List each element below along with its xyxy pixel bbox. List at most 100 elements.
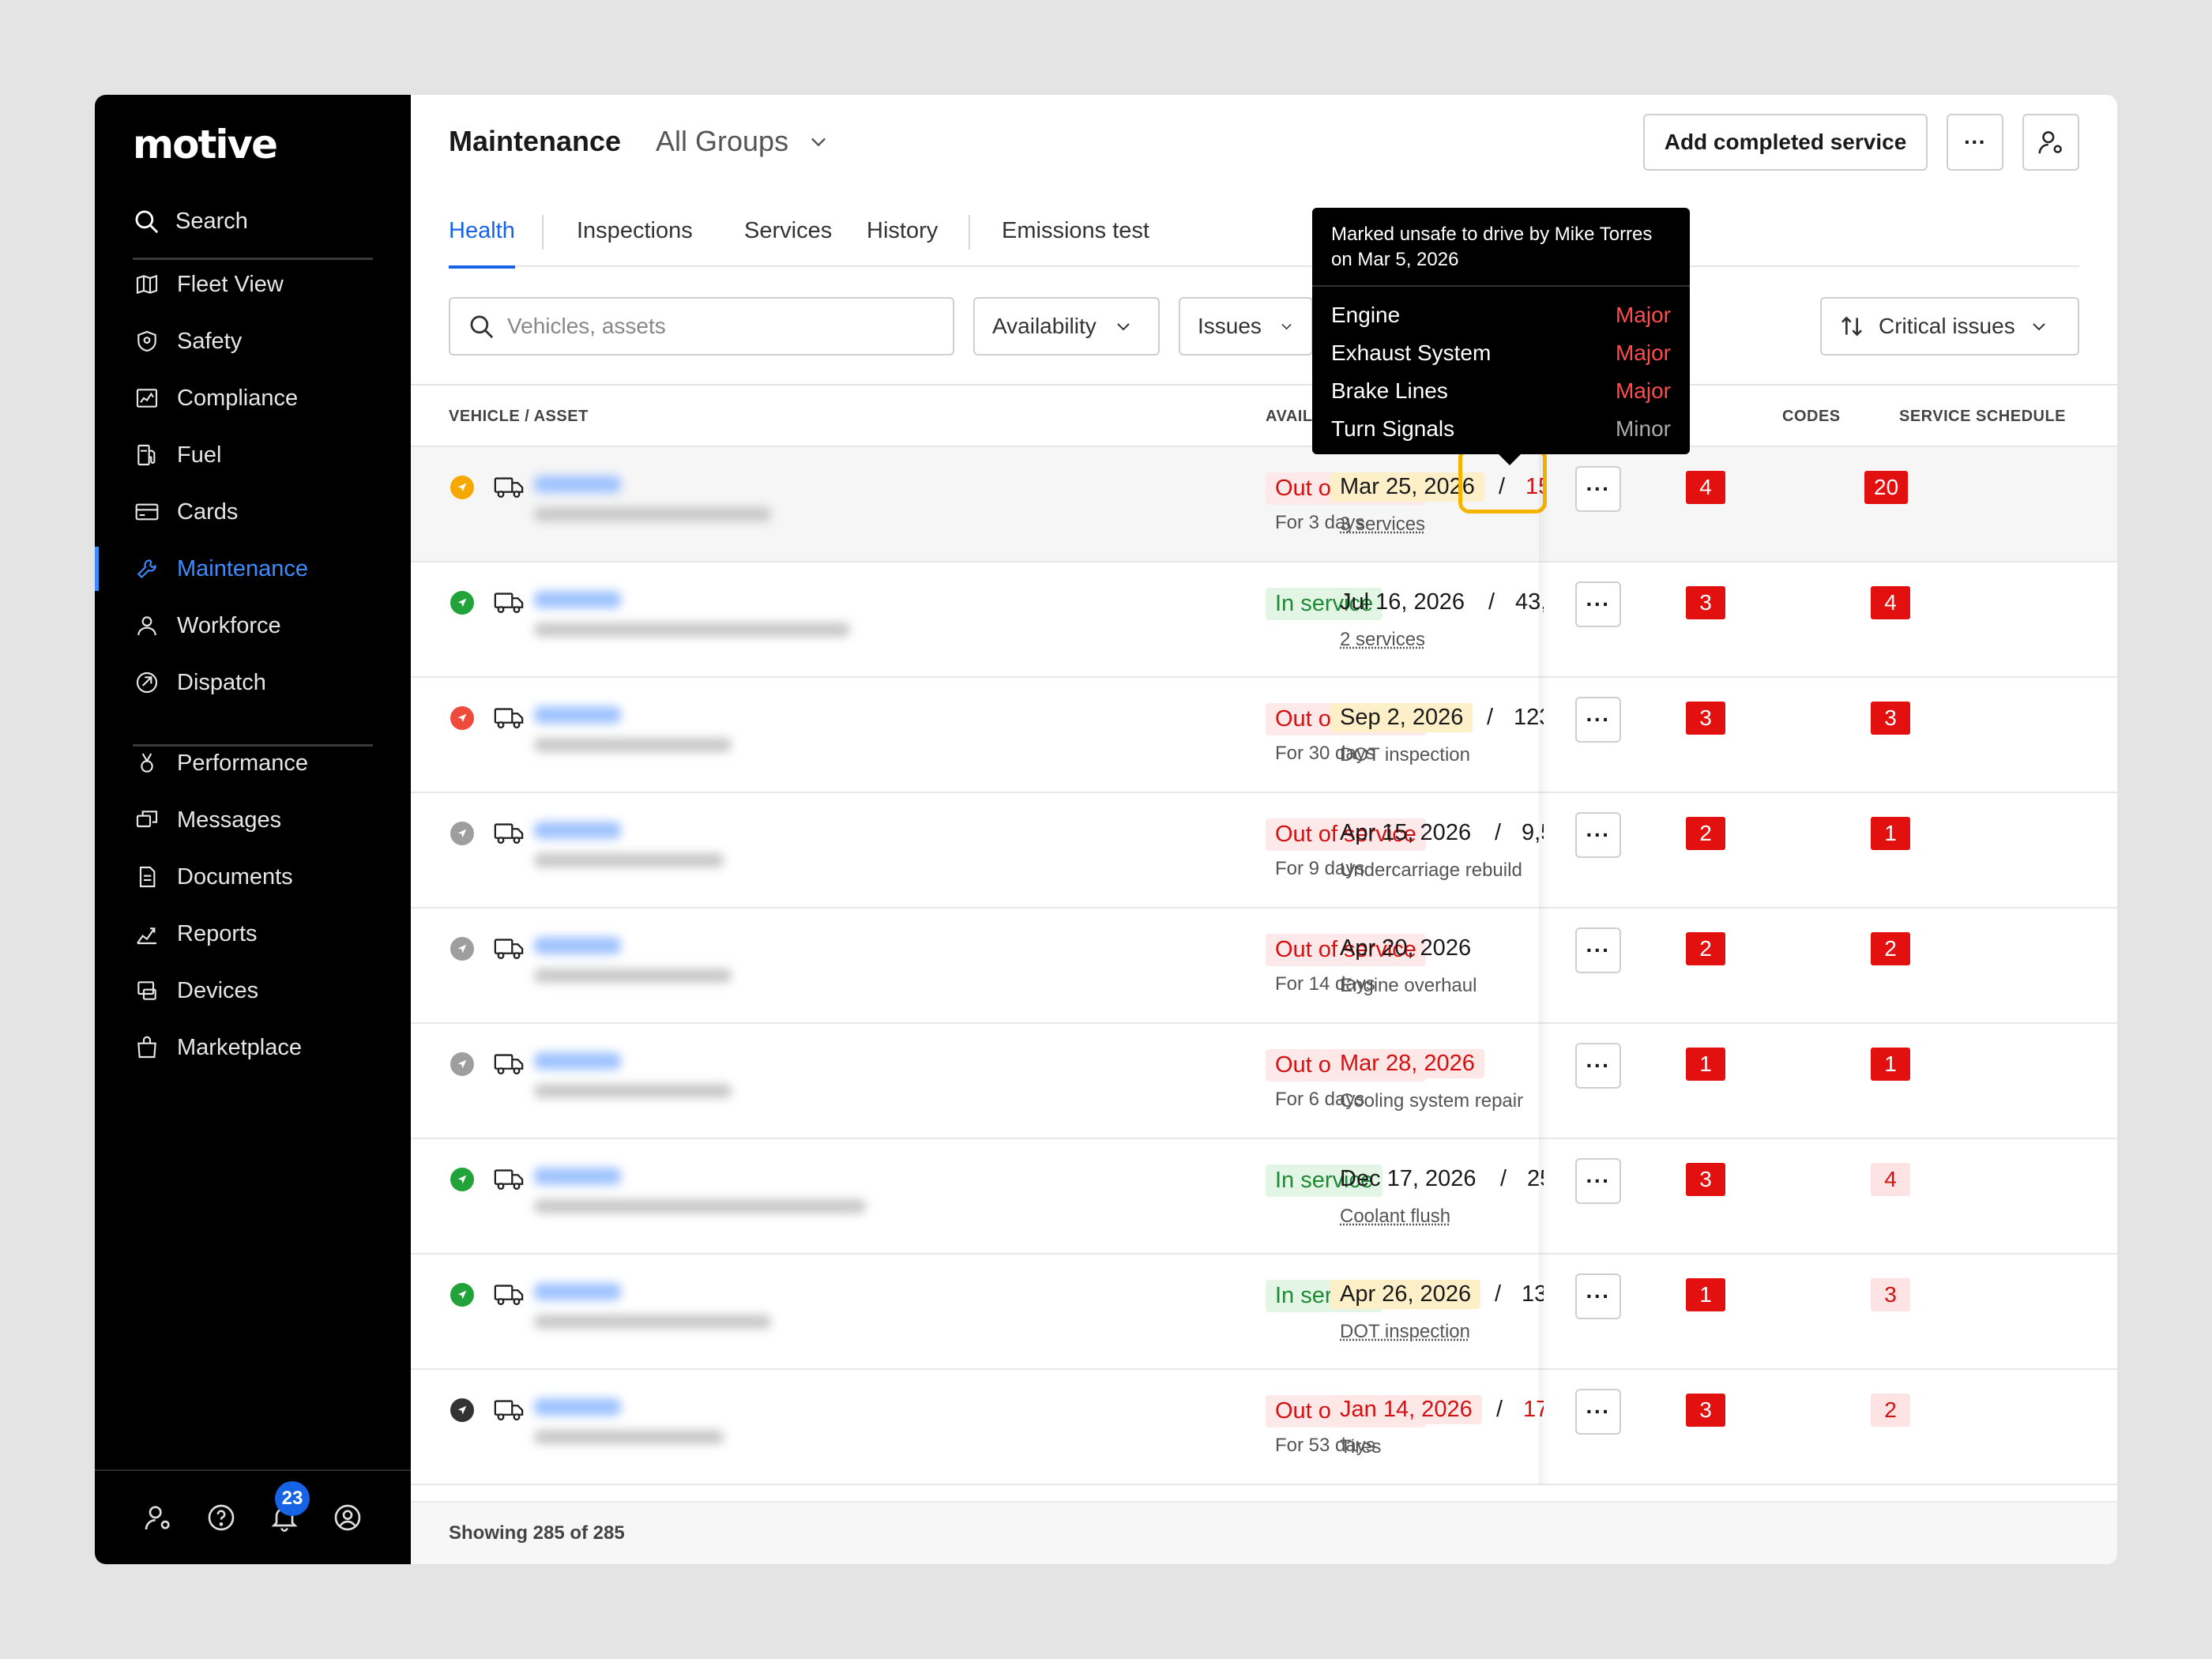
table-row[interactable]: Out of service For 9 days 2 1 Apr 15, 2026/9… [411, 793, 2117, 908]
tab-emissions-test[interactable]: Emissions test [1002, 213, 1149, 267]
vehicle-name-redacted[interactable] [534, 591, 621, 608]
sidebar-item-maintenance[interactable]: Maintenance [95, 540, 411, 597]
column-header-service-schedule[interactable]: SERVICE SCHEDULE [1899, 408, 2066, 426]
sidebar-item-workforce[interactable]: Workforce [95, 597, 411, 654]
sidebar-item-cards[interactable]: Cards [95, 483, 411, 540]
vehicle-description-redacted [534, 853, 724, 867]
vehicle-name-redacted[interactable] [534, 1283, 621, 1300]
fault-codes-badge[interactable]: 3 [1871, 702, 1910, 735]
table-row[interactable]: Out of serviceFor 30 days33Sep 2, 2026/1… [411, 678, 2117, 793]
column-header-vehicle[interactable]: VEHICLE / ASSET [449, 408, 589, 426]
row-more-button[interactable]: ··· [1575, 1158, 1621, 1204]
sidebar-item-devices[interactable]: Devices [95, 962, 411, 1019]
row-more-button[interactable]: ··· [1575, 697, 1621, 743]
service-description[interactable]: 3 services [1340, 514, 1425, 536]
row-more-button[interactable]: ··· [1575, 1389, 1621, 1435]
schedule-separator: / [1496, 1397, 1503, 1422]
sidebar-item-dispatch[interactable]: Dispatch [95, 654, 411, 711]
issues-count-badge[interactable]: 1 [1686, 1278, 1725, 1311]
chevron-down-icon [811, 137, 826, 147]
row-more-button[interactable]: ··· [1575, 466, 1621, 512]
service-due-date: Apr 26, 2026 [1330, 1280, 1481, 1309]
table-row[interactable]: In service34Jul 16, 2026/43,2 services··… [411, 562, 2117, 678]
availability-filter[interactable]: Availability [973, 297, 1160, 356]
tooltip-issue-row: Brake Lines Major [1331, 372, 1671, 410]
fault-codes-badge[interactable]: 1 [1871, 1048, 1910, 1081]
tab-health[interactable]: Health [449, 213, 515, 269]
add-completed-service-button[interactable]: Add completed service [1643, 114, 1928, 171]
fault-codes-badge[interactable]: 20 [1864, 471, 1909, 504]
sidebar-search[interactable]: Search [133, 198, 248, 245]
service-description[interactable]: DOT inspection [1340, 1321, 1470, 1343]
issues-count-badge[interactable]: 3 [1686, 1163, 1725, 1196]
fault-codes-badge[interactable]: 3 [1871, 1278, 1910, 1311]
service-description[interactable]: 2 services [1340, 629, 1425, 651]
chevron-down-icon [1281, 324, 1292, 330]
location-status-icon [450, 1052, 474, 1076]
vehicle-name-redacted[interactable] [534, 1398, 621, 1416]
fault-codes-badge[interactable]: 4 [1871, 586, 1910, 619]
sidebar-item-label: Fuel [177, 442, 222, 468]
row-more-button[interactable]: ··· [1575, 581, 1621, 627]
issues-count-badge[interactable]: 1 [1686, 1048, 1725, 1081]
admin-user-icon[interactable] [141, 1500, 175, 1535]
fault-codes-badge[interactable]: 4 [1871, 1163, 1910, 1196]
fault-codes-badge[interactable]: 2 [1871, 932, 1910, 965]
service-due-date: Jul 16, 2026 [1340, 589, 1465, 615]
sticky-column-shadow [1539, 447, 1550, 1485]
row-more-button[interactable]: ··· [1575, 927, 1621, 973]
sidebar-item-fuel[interactable]: Fuel [95, 427, 411, 483]
table-row[interactable]: In service13Apr 26, 2026/13DOT inspectio… [411, 1255, 2117, 1370]
group-selector[interactable]: All Groups [656, 125, 830, 158]
sidebar-item-marketplace[interactable]: Marketplace [95, 1019, 411, 1076]
tab-inspections[interactable]: Inspections [577, 213, 693, 267]
table-row[interactable]: In service34Dec 17, 2026/25Coolant flush… [411, 1139, 2117, 1255]
sidebar-item-fleet-view[interactable]: Fleet View [95, 256, 411, 313]
vehicle-name-redacted[interactable] [534, 706, 621, 724]
bag-icon [133, 1033, 161, 1062]
issues-count-badge[interactable]: 3 [1686, 586, 1725, 619]
issues-count-badge[interactable]: 2 [1686, 817, 1725, 850]
user-settings-button[interactable] [2022, 114, 2079, 171]
motive-logo[interactable]: motive [133, 122, 278, 167]
vehicle-name-redacted[interactable] [534, 1052, 621, 1070]
issues-count-badge[interactable]: 3 [1686, 1394, 1725, 1427]
more-actions-button[interactable]: ··· [1947, 114, 2003, 171]
sidebar-item-compliance[interactable]: Compliance [95, 370, 411, 427]
sidebar-item-performance[interactable]: Performance [95, 735, 411, 792]
sidebar-item-messages[interactable]: Messages [95, 792, 411, 848]
truck-icon [494, 1285, 524, 1305]
table-row[interactable]: Out of serviceFor 3 days420Mar 25, 2026/… [411, 447, 2117, 562]
card-icon [133, 498, 161, 526]
vehicle-name-redacted[interactable] [534, 937, 621, 954]
sidebar-item-reports[interactable]: Reports [95, 905, 411, 962]
fault-codes-badge[interactable]: 2 [1871, 1394, 1910, 1427]
service-description[interactable]: Coolant flush [1340, 1206, 1450, 1228]
sidebar-item-safety[interactable]: Safety [95, 313, 411, 370]
row-more-button[interactable]: ··· [1575, 1273, 1621, 1319]
issues-count-badge[interactable]: 4 [1686, 471, 1725, 504]
help-icon[interactable] [204, 1500, 239, 1535]
column-header-codes[interactable]: CODES [1782, 408, 1841, 426]
row-more-button[interactable]: ··· [1575, 812, 1621, 858]
issue-severity: Major [1615, 340, 1671, 365]
table-row[interactable]: Out of service For 14 days 2 2 Apr 20, 2026 E… [411, 908, 2117, 1024]
tab-history[interactable]: History [867, 213, 938, 267]
vehicle-name-redacted[interactable] [534, 476, 621, 493]
notifications-bell-icon[interactable]: 23 [267, 1481, 310, 1535]
table-row[interactable]: Out of serviceFor 53 days32Jan 14, 2026/… [411, 1370, 2117, 1485]
fault-codes-badge[interactable]: 1 [1871, 817, 1910, 850]
issues-count-badge[interactable]: 2 [1686, 932, 1725, 965]
tab-services[interactable]: Services [744, 213, 832, 267]
table-row[interactable]: Out of serviceFor 6 days11Mar 28, 2026Co… [411, 1024, 2117, 1139]
dispatch-icon [133, 668, 161, 697]
issues-count-badge[interactable]: 3 [1686, 702, 1725, 735]
vehicle-name-redacted[interactable] [534, 1168, 621, 1185]
vehicle-name-redacted[interactable] [534, 822, 621, 839]
profile-icon[interactable] [330, 1500, 365, 1535]
sidebar-item-documents[interactable]: Documents [95, 848, 411, 905]
vehicle-search-input[interactable]: Vehicles, assets [449, 297, 954, 356]
issues-filter[interactable]: Issues [1179, 297, 1313, 356]
row-more-button[interactable]: ··· [1575, 1043, 1621, 1089]
sort-select[interactable]: Critical issues [1820, 297, 2079, 356]
